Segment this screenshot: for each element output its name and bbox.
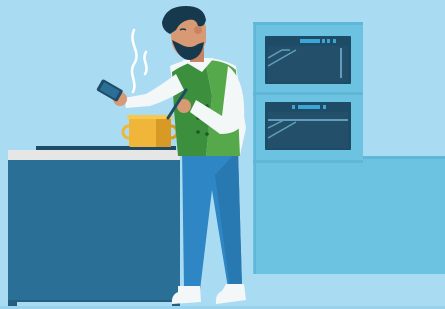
side-cabinet <box>362 156 445 274</box>
upper-oven-display <box>300 39 320 43</box>
upper-oven <box>265 36 351 84</box>
oven-tower <box>253 22 363 274</box>
kitchen-scene-svg <box>0 0 445 309</box>
kitchen-illustration <box>0 0 445 309</box>
kitchen-counter <box>8 146 180 309</box>
cooking-pot <box>121 115 179 147</box>
lower-oven-display <box>298 105 320 109</box>
lower-oven <box>265 102 351 150</box>
